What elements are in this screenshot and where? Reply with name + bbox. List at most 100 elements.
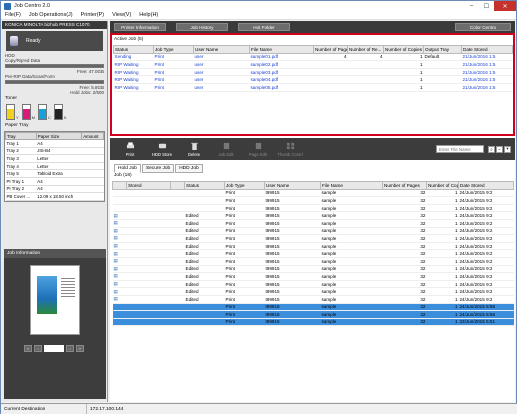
- hold-job-cell: 1: [426, 219, 459, 228]
- menu-help[interactable]: Help(H): [135, 12, 162, 18]
- amount-col-header[interactable]: Amount: [81, 132, 104, 140]
- hold-job-row[interactable]: ▤ Edited Print t99915 sample 32 1 24/Jun/2015 9…: [112, 219, 514, 228]
- hold-col-header[interactable]: File Name: [320, 181, 383, 190]
- active-job-row[interactable]: RIP Waiting Print user sample03.pdf 1 21/Jun/…: [113, 68, 513, 77]
- last-page-icon[interactable]: »: [76, 345, 84, 352]
- delete-button[interactable]: Delete: [180, 139, 208, 159]
- tray-row[interactable]: PI Tray 1 A4: [5, 177, 104, 186]
- minimize-button[interactable]: –: [464, 1, 479, 11]
- left-panel: KONICA MINOLTA bizhub PRESS C1070 HDD Re…: [2, 21, 108, 402]
- hold-job-cell: [170, 242, 185, 251]
- active-col-header[interactable]: Number of Pages: [313, 45, 348, 54]
- hold-col-header[interactable]: Stored: [126, 181, 171, 190]
- tab-printer-information[interactable]: Printer Information: [114, 23, 166, 31]
- tab-color-centro[interactable]: Color Centro: [455, 23, 511, 31]
- hold-col-header[interactable]: Number of Pages: [382, 181, 427, 190]
- papersize-col-header[interactable]: Paper Size: [35, 132, 83, 140]
- hold-job-row[interactable]: ▤ Edited Print t99915 sample 32 1 24/Jun/2015 9…: [112, 227, 514, 236]
- hold-job-cell: 32: [382, 280, 427, 289]
- hold-job-row[interactable]: Print t99915 sample 32 1 24/Jun/2015 6:56: [112, 310, 514, 319]
- job-edit-button[interactable]: Job Edit: [212, 139, 240, 159]
- menu-printer[interactable]: Printer(P): [77, 12, 109, 18]
- hold-col-header[interactable]: Number of Copies: [426, 181, 459, 190]
- active-col-header[interactable]: User Name: [193, 45, 250, 54]
- file-name-search-input[interactable]: [436, 145, 484, 153]
- hold-job-row[interactable]: ▤ Edited Print t99915 sample 32 1 24/Jun/2015 9…: [112, 265, 514, 274]
- tab-job-history[interactable]: Job History: [176, 23, 228, 31]
- active-job-cell: Sending: [113, 53, 154, 62]
- hold-job-cell: 24/Jun/2015 9:2: [458, 280, 514, 289]
- tray-cell-amount: [81, 162, 104, 171]
- hold-job-row[interactable]: ▤ Edited Print t99915 sample 32 1 24/Jun/2015 9…: [112, 287, 514, 296]
- preview-image: [37, 276, 57, 314]
- hold-job-row[interactable]: Print t99915 sample 32 1 23/Jun/2015 5:51: [112, 318, 514, 327]
- prev-page-icon[interactable]: ‹: [34, 345, 42, 352]
- tray-row[interactable]: Tray 3 Letter: [5, 154, 104, 163]
- edited-job-icon: ▤: [113, 265, 118, 271]
- tray-cell-amount: [81, 185, 104, 194]
- active-job-row[interactable]: RIP Waiting Print user sample04.pdf 1 21/Jun/…: [113, 75, 513, 84]
- menu-view[interactable]: View(V): [108, 12, 135, 18]
- tray-row[interactable]: PI Tray 2 A4: [5, 185, 104, 194]
- hold-job-row[interactable]: ▤ Edited Print t99915 sample 32 1 24/Jun/2015 9…: [112, 257, 514, 266]
- page-number-field[interactable]: [44, 345, 64, 352]
- tray-row[interactable]: PB Cover ... 12.09 x 18.50 inch: [5, 192, 104, 201]
- tray-row[interactable]: Tray 5 Tabloid Extra: [5, 169, 104, 178]
- hold-job-cell: 32: [382, 211, 427, 220]
- hold-col-header[interactable]: Date Stored: [458, 181, 514, 190]
- maximize-button[interactable]: ☐: [479, 1, 494, 11]
- active-job-row[interactable]: RIP Waiting Print user sample02.pdf 1 21/Jun/…: [113, 60, 513, 69]
- hold-job-row[interactable]: ▤ Edited Print t99915 sample 32 1 24/Jun/2015 9…: [112, 211, 514, 220]
- active-col-header[interactable]: File Name: [249, 45, 314, 54]
- hold-job-cell: sample: [320, 211, 383, 220]
- active-col-header[interactable]: Number of Re...: [347, 45, 384, 54]
- toner-level-fill: [39, 109, 47, 119]
- hold-col-header[interactable]: [112, 181, 127, 190]
- tray-row[interactable]: Tray 4 Letter: [5, 162, 104, 171]
- tray-row[interactable]: Tray 1 A4: [5, 139, 104, 148]
- tab-hdd-job[interactable]: HDD Job: [175, 164, 203, 173]
- hdd-store-button[interactable]: HDD Store: [148, 139, 176, 159]
- collapse-icon[interactable]: ⌄: [496, 145, 503, 153]
- hold-job-row[interactable]: Print t99915 sample 32 1 24/Jun/2015 9:2: [112, 204, 514, 213]
- active-col-header[interactable]: Job Type: [153, 45, 194, 54]
- next-page-icon[interactable]: ›: [66, 345, 74, 352]
- tab-hold-job[interactable]: Hold Job: [114, 164, 141, 173]
- active-col-header[interactable]: Output Tray: [423, 45, 462, 54]
- tab-hot-folder[interactable]: Hot Folder: [238, 23, 290, 31]
- active-job-row[interactable]: Sending Print user sample01.pdf 4 4 1 Default 21…: [113, 53, 513, 62]
- tray-col-header[interactable]: Tray: [5, 132, 37, 140]
- hold-job-row[interactable]: Print t99915 sample 32 1 24/Jun/2015 9:2: [112, 196, 514, 205]
- hold-job-row[interactable]: ▤ Edited Print t99915 sample 32 1 24/Jun/2015 9…: [112, 272, 514, 281]
- hold-col-header[interactable]: User Name: [264, 181, 321, 190]
- hold-col-header[interactable]: Job Type: [224, 181, 265, 190]
- search-icon[interactable]: ⌕: [488, 145, 495, 153]
- thumbnail-button[interactable]: Thumb Contrl: [276, 139, 304, 159]
- menu-job-operations[interactable]: Job Operations(J): [25, 12, 77, 18]
- hold-job-row[interactable]: ▤ Edited Print t99915 sample 32 1 24/Jun/2015 9…: [112, 280, 514, 289]
- active-job-row[interactable]: RIP Waiting Print user sample05.pdf 1 21/Jun/…: [113, 83, 513, 92]
- hold-job-row[interactable]: ▤ Edited Print t99915 sample 32 1 24/Jun/2015 9…: [112, 249, 514, 258]
- active-job-cell: Print: [153, 60, 194, 69]
- tab-secure-job[interactable]: Secure Job: [141, 164, 175, 173]
- hold-job-row[interactable]: Print t99915 sample 32 1 24/Jun/2015 6:56: [112, 303, 514, 312]
- hold-job-cell: Edited: [184, 265, 225, 274]
- first-page-icon[interactable]: «: [24, 345, 32, 352]
- hold-job-row[interactable]: Print t99915 sample 32 1 24/Jun/2015 9:2: [112, 189, 514, 198]
- active-col-header[interactable]: Status: [113, 45, 154, 54]
- hold-job-row[interactable]: ▤ Edited Print t99915 sample 32 1 24/Jun/2015 9…: [112, 295, 514, 304]
- page-edit-button[interactable]: Page Edit: [244, 139, 272, 159]
- copy-data-fill: [6, 65, 103, 67]
- print-button[interactable]: Print: [116, 139, 144, 159]
- close-button[interactable]: ✕: [494, 1, 516, 11]
- active-col-header[interactable]: Number of Copies: [383, 45, 424, 54]
- hold-job-row[interactable]: ▤ Edited Print t99915 sample 32 1 24/Jun/2015 9…: [112, 234, 514, 243]
- hold-job-row[interactable]: ▤ Edited Print t99915 sample 32 1 24/Jun/2015 9…: [112, 242, 514, 251]
- tray-row[interactable]: Tray 2 JIS-B4: [5, 147, 104, 156]
- hold-col-header[interactable]: [170, 181, 185, 190]
- active-col-header[interactable]: Date Stored: [461, 45, 513, 54]
- hold-col-header[interactable]: Status: [184, 181, 225, 190]
- menu-file[interactable]: File(F): [1, 12, 25, 18]
- settings-icon[interactable]: ▾: [504, 145, 511, 153]
- active-job-cell: RIP Waiting: [113, 60, 154, 69]
